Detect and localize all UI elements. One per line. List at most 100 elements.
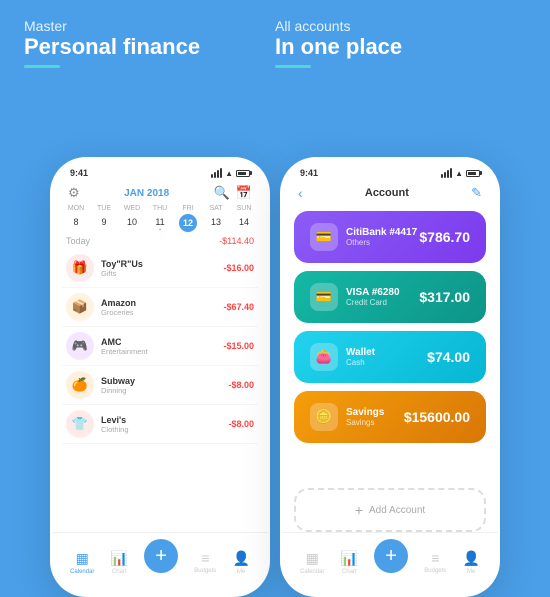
wallet-balance: $74.00	[427, 349, 470, 365]
battery-icon	[236, 170, 250, 177]
add-button-left[interactable]: +	[144, 539, 178, 573]
right-phone: 9:41 ▲ ‹ Account ✎ 💳 CitiBank #4417	[280, 157, 500, 597]
visa-info: VISA #6280 Credit Card	[346, 287, 400, 307]
header-actions: 🔍 📅	[214, 185, 252, 201]
txn-amazon[interactable]: 📦 Amazon Groceries -$67.40	[62, 288, 258, 327]
nav-calendar[interactable]: ▦ Calendar	[70, 550, 94, 575]
account-savings[interactable]: 🪙 Savings Savings $15600.00	[294, 391, 486, 443]
txn-icon-levis: 👕	[66, 410, 94, 438]
left-underline	[24, 65, 60, 68]
cal-day-8[interactable]: 8	[62, 214, 90, 232]
txn-icon-subway: 🍊	[66, 371, 94, 399]
nav-me[interactable]: 👤 Me	[232, 550, 249, 575]
cal-day-11[interactable]: 11	[146, 214, 174, 232]
signal-icon	[211, 168, 222, 178]
wifi-icon-right: ▲	[455, 169, 463, 178]
savings-icon: 🪙	[310, 403, 338, 431]
account-header: ‹ Account ✎	[282, 183, 498, 207]
nav-chart[interactable]: 📊 Chart	[111, 550, 128, 575]
right-tagline: All accounts	[275, 18, 526, 34]
cal-day-14[interactable]: 14	[230, 214, 258, 232]
txn-subway[interactable]: 🍊 Subway Dinning -$8.00	[62, 366, 258, 405]
txn-toysrus[interactable]: 🎁 Toy"R"Us Gifts -$16.00	[62, 249, 258, 288]
wifi-icon: ▲	[225, 169, 233, 178]
signal-icon-right	[441, 168, 452, 178]
nav-budgets-right[interactable]: ≡ Budgets	[424, 550, 446, 574]
cal-day-9[interactable]: 9	[90, 214, 118, 232]
calendar-header: ⚙ JAN 2018 🔍 📅	[52, 183, 268, 205]
calendar-nav-label-right: Calendar	[300, 569, 324, 575]
budgets-nav-icon-right: ≡	[431, 550, 439, 566]
days-header: MON TUE WED THU FRI SAT SUN	[62, 205, 258, 212]
budgets-nav-label-right: Budgets	[424, 568, 446, 574]
me-nav-label: Me	[237, 569, 245, 575]
txn-info-toysrus: Toy"R"Us Gifts	[101, 259, 223, 278]
left-panel-label: Master Personal finance	[24, 18, 275, 68]
cal-day-13[interactable]: 13	[202, 214, 230, 232]
account-page-title: Account	[365, 187, 409, 199]
cal-day-12-today[interactable]: 12	[179, 214, 197, 232]
calendar-nav-icon: ▦	[76, 550, 89, 567]
txn-info-levis: Levi's Clothing	[101, 415, 228, 434]
visa-balance: $317.00	[419, 289, 470, 305]
nav-chart-right[interactable]: 📊 Chart	[341, 550, 358, 575]
accounts-list: 💳 CitiBank #4417 Others $786.70 💳 VISA #…	[282, 207, 498, 488]
wallet-info: Wallet Cash	[346, 347, 375, 367]
account-visa-left: 💳 VISA #6280 Credit Card	[310, 283, 400, 311]
me-nav-icon: 👤	[232, 550, 249, 567]
wallet-icon: 👛	[310, 343, 338, 371]
settings-icon[interactable]: ⚙	[68, 185, 80, 201]
chart-nav-label: Chart	[112, 569, 127, 575]
status-time-right: 9:41	[300, 168, 318, 178]
account-citibank-left: 💳 CitiBank #4417 Others	[310, 223, 417, 251]
search-icon[interactable]: 🔍	[214, 185, 230, 201]
savings-balance: $15600.00	[404, 409, 470, 425]
account-citibank[interactable]: 💳 CitiBank #4417 Others $786.70	[294, 211, 486, 263]
right-panel-label: All accounts In one place	[275, 18, 526, 68]
battery-icon-right	[466, 170, 480, 177]
savings-info: Savings Savings	[346, 407, 384, 427]
cal-days-row: 8 9 10 11 12 13 14	[62, 214, 258, 232]
transaction-list: 🎁 Toy"R"Us Gifts -$16.00 📦 Amazon Grocer…	[52, 249, 268, 532]
txn-info-amc: AMC Entertainment	[101, 337, 223, 356]
txn-icon-amazon: 📦	[66, 293, 94, 321]
nav-me-right[interactable]: 👤 Me	[462, 550, 479, 575]
add-icon: +	[355, 502, 363, 518]
txn-icon-toysrus: 🎁	[66, 254, 94, 282]
nav-bar-left: ▦ Calendar 📊 Chart + ≡ Budgets 👤 Me	[52, 532, 268, 595]
nav-calendar-right[interactable]: ▦ Calendar	[300, 550, 324, 575]
left-title: Personal finance	[24, 34, 275, 60]
status-icons-left: ▲	[211, 168, 250, 178]
account-visa[interactable]: 💳 VISA #6280 Credit Card $317.00	[294, 271, 486, 323]
back-button[interactable]: ‹	[298, 185, 303, 201]
today-total-amount: -$114.40	[219, 236, 254, 246]
budgets-nav-icon: ≡	[201, 550, 209, 566]
today-label: Today	[66, 236, 90, 246]
account-wallet[interactable]: 👛 Wallet Cash $74.00	[294, 331, 486, 383]
nav-budgets[interactable]: ≡ Budgets	[194, 550, 216, 574]
today-header: Today -$114.40	[52, 232, 268, 249]
txn-info-subway: Subway Dinning	[101, 376, 228, 395]
phone-notch-right	[350, 159, 430, 177]
edit-button[interactable]: ✎	[471, 185, 482, 201]
txn-info-amazon: Amazon Groceries	[101, 298, 223, 317]
account-wallet-left: 👛 Wallet Cash	[310, 343, 375, 371]
status-time-left: 9:41	[70, 168, 88, 178]
cal-day-10[interactable]: 10	[118, 214, 146, 232]
left-tagline: Master	[24, 18, 275, 34]
citibank-icon: 💳	[310, 223, 338, 251]
add-button-right[interactable]: +	[374, 539, 408, 573]
calendar-nav-icon-right: ▦	[306, 550, 319, 567]
calendar-nav-label: Calendar	[70, 569, 94, 575]
month-label: JAN 2018	[124, 188, 169, 199]
txn-levis[interactable]: 👕 Levi's Clothing -$8.00	[62, 405, 258, 444]
txn-icon-amc: 🎮	[66, 332, 94, 360]
txn-amc[interactable]: 🎮 AMC Entertainment -$15.00	[62, 327, 258, 366]
account-savings-left: 🪙 Savings Savings	[310, 403, 384, 431]
add-account-button[interactable]: + Add Account	[294, 488, 486, 532]
visa-icon: 💳	[310, 283, 338, 311]
calendar-icon[interactable]: 📅	[236, 185, 252, 201]
me-nav-label-right: Me	[467, 569, 475, 575]
chart-nav-icon-right: 📊	[341, 550, 358, 567]
chart-nav-label-right: Chart	[342, 569, 357, 575]
